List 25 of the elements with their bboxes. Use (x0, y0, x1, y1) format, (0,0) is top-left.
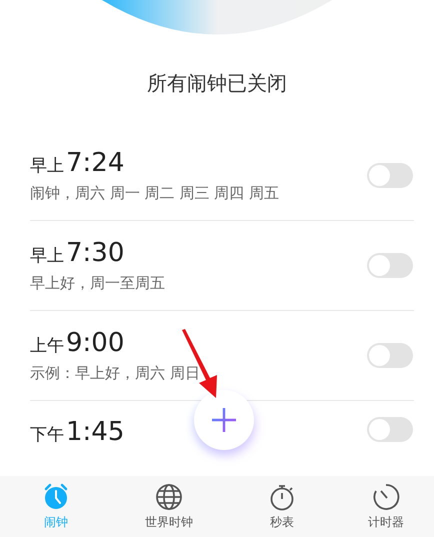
status-title: 所有闹钟已关闭 (147, 70, 287, 97)
alarm-time: 1:45 (66, 417, 124, 447)
nav-tab[interactable]: 秒表 (226, 476, 338, 537)
alarm-clock-icon (42, 482, 70, 510)
alarm-toggle[interactable] (367, 163, 413, 188)
add-alarm-button[interactable] (194, 390, 254, 450)
alarm-time: 7:30 (66, 238, 124, 268)
alarm-detail: 早上好，周一至周五 (30, 274, 165, 293)
alarm-time: 9:00 (66, 328, 124, 358)
alarm-period: 早上 (30, 245, 64, 267)
nav-tab[interactable]: 世界时钟 (112, 476, 226, 537)
timer-icon (372, 482, 400, 510)
globe-icon (155, 482, 183, 510)
alarm-period: 上午 (30, 335, 64, 357)
alarm-period: 早上 (30, 155, 64, 177)
nav-tab[interactable]: 计时器 (338, 476, 434, 537)
alarm-toggle[interactable] (367, 253, 413, 278)
alarm-toggle[interactable] (367, 343, 413, 368)
alarm-detail: 闹钟，周六 周一 周二 周三 周四 周五 (30, 184, 279, 203)
plus-icon (211, 407, 237, 433)
alarm-toggle[interactable] (367, 417, 413, 442)
stopwatch-icon (268, 482, 296, 510)
alarm-time: 7:24 (66, 148, 124, 178)
alarm-detail: 示例：早上好，周六 周日 (30, 364, 200, 383)
alarm-period: 下午 (30, 424, 64, 446)
